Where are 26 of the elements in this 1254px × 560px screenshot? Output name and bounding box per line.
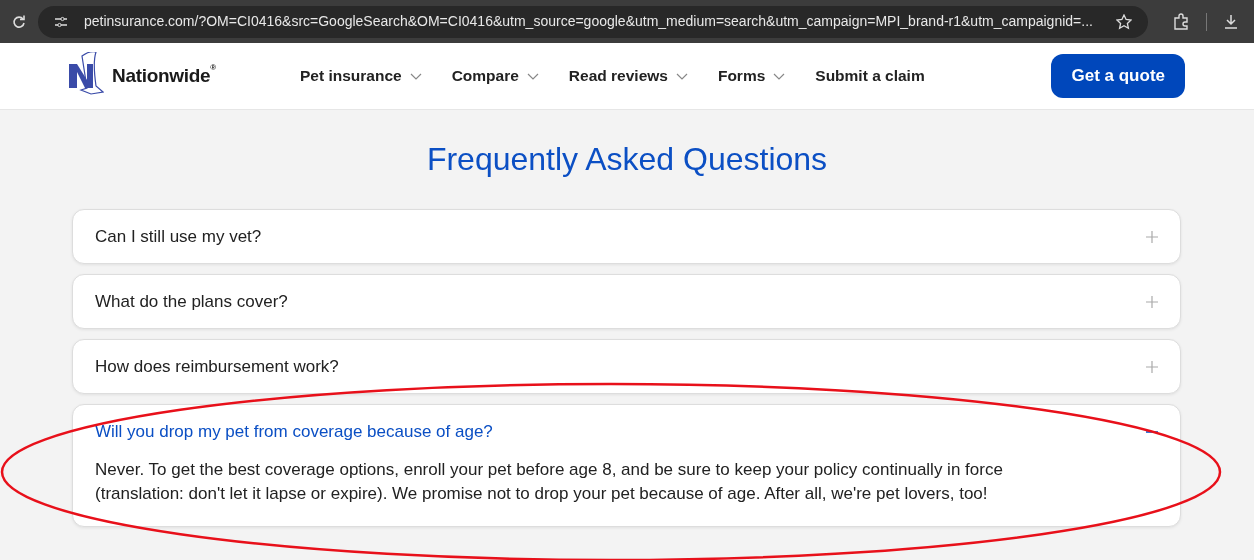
- faq-question[interactable]: What do the plans cover?: [73, 275, 1180, 328]
- reload-icon[interactable]: [12, 14, 26, 29]
- plus-icon: [1146, 230, 1158, 243]
- nav-menu-item[interactable]: Submit a claim: [815, 64, 925, 88]
- plus-icon: [1146, 295, 1158, 308]
- nav-menu-item[interactable]: Compare: [451, 64, 539, 88]
- faq-question[interactable]: Can I still use my vet?: [73, 210, 1180, 263]
- nav-menu-item[interactable]: Pet insurance: [300, 64, 422, 88]
- plus-icon: [1146, 360, 1158, 373]
- faq-answer: Never. To get the best coverage options, enroll your pet before age 8, and be sure to keep your policy continually in force (translation: don't let it lapse or expire). We promise not to drop your pet because of age. After all, we're pet lovers, too!: [94, 459, 1004, 505]
- chevron-down-icon: [675, 72, 688, 80]
- faq-heading: Frequently Asked Questions: [426, 140, 828, 179]
- site-settings-icon[interactable]: [54, 15, 68, 28]
- url-text: petinsurance.com/?OM=CI0416&src=GoogleSearch&OM=CI0416&utm_source=google&utm_medium=search&utm_campaign=MPI_brand-r1&utm_campaignid=...: [84, 12, 1094, 31]
- download-icon[interactable]: [1223, 13, 1239, 30]
- star-icon[interactable]: [1116, 13, 1132, 30]
- logo-text[interactable]: Nationwide®: [112, 61, 216, 91]
- nav-menu-item[interactable]: Forms: [717, 64, 786, 88]
- faq-question[interactable]: How does reimbursement work?: [73, 340, 1180, 393]
- nav-menu-item[interactable]: Read reviews: [568, 64, 688, 88]
- get-quote-button[interactable]: Get a quote: [1051, 54, 1185, 98]
- chevron-down-icon: [526, 72, 539, 80]
- extension-icon[interactable]: [1172, 12, 1190, 31]
- chevron-down-icon: [773, 72, 786, 80]
- address-bar[interactable]: petinsurance.com/?OM=CI0416&src=GoogleSearch&OM=CI0416&utm_source=google&utm_medium=search&utm_campaign=MPI_brand-r1&utm_campaignid=...: [38, 5, 1148, 38]
- chevron-down-icon: [409, 72, 422, 80]
